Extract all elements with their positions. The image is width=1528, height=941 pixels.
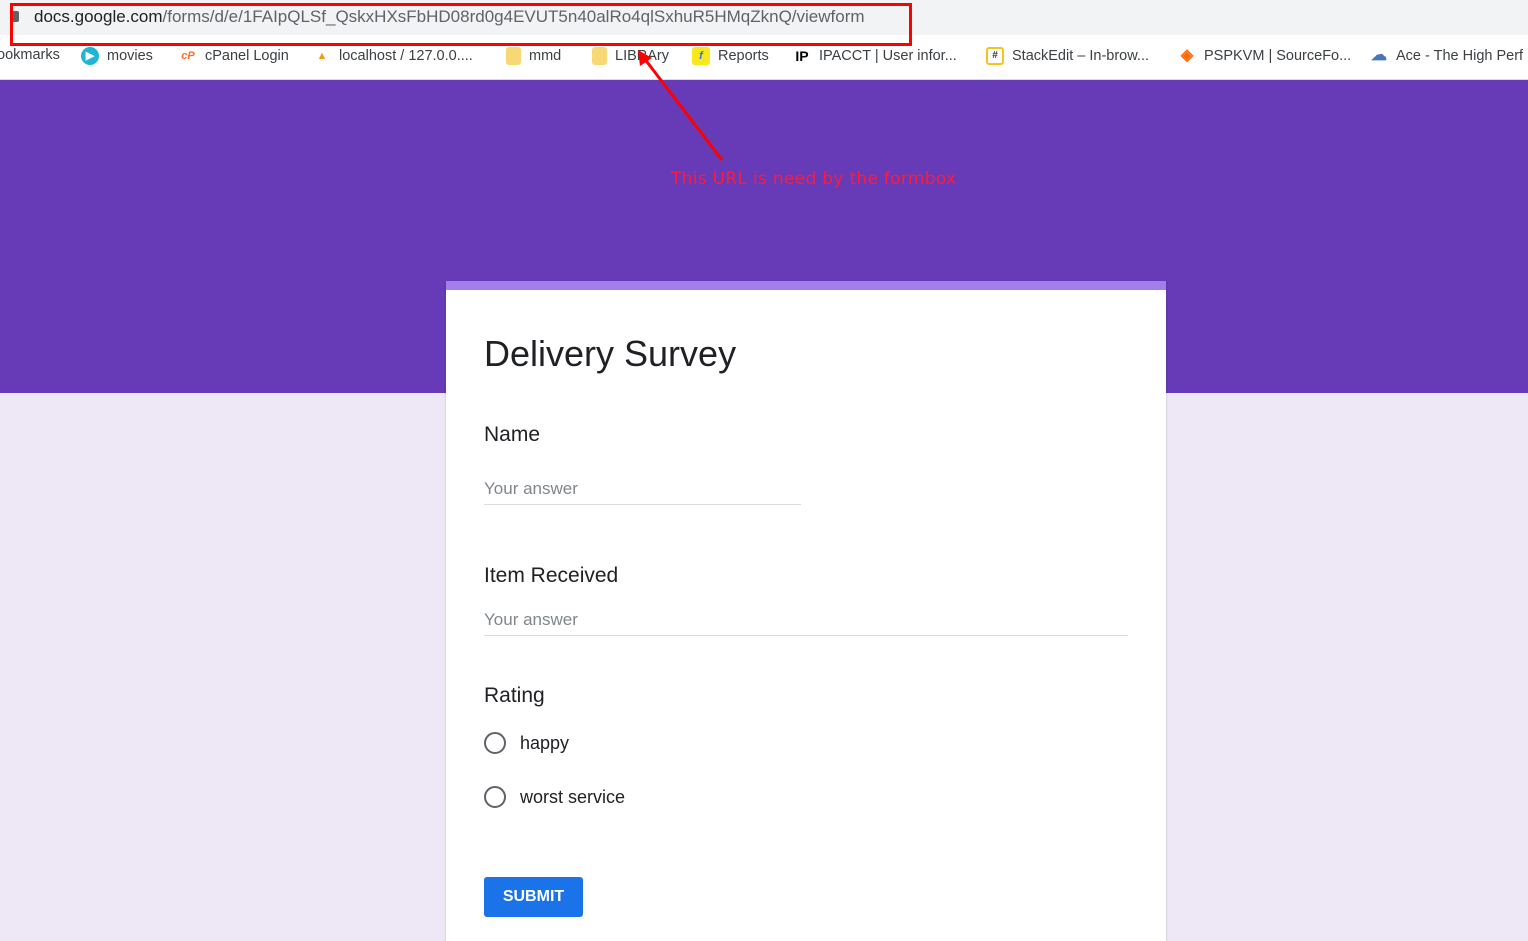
bookmark-reports[interactable]: f Reports (692, 47, 769, 65)
form-card: Delivery Survey Name Item Received Ratin… (446, 281, 1166, 941)
bookmark-mmd[interactable]: mmd (506, 47, 561, 65)
submit-button[interactable]: SUBMIT (484, 877, 583, 917)
sourceforge-icon: ◈ (1180, 47, 1194, 64)
bookmark-label: ookmarks (0, 47, 60, 63)
bookmark-cpanel[interactable]: cP cPanel Login (179, 47, 289, 65)
item-received-input[interactable] (484, 610, 1128, 636)
ipacct-icon: IP (795, 48, 809, 64)
radio-label: worst service (520, 786, 626, 807)
question-rating-label: Rating (484, 684, 545, 707)
question-item-label: Item Received (484, 564, 619, 587)
bookmark-movies[interactable]: ▶ movies (81, 47, 153, 65)
play-icon: ▶ (81, 47, 99, 65)
bookmark-ace[interactable]: ☁ Ace - The High Perf (1370, 47, 1523, 65)
bookmark-ipacct[interactable]: IP IPACCT | User infor... (793, 47, 957, 65)
radio-circle-icon (484, 732, 506, 754)
bookmark-label: movies (107, 48, 153, 64)
bookmark-localhost[interactable]: ▲ localhost / 127.0.0.... (313, 47, 473, 65)
folder-icon (592, 47, 607, 65)
radio-label: happy (520, 732, 570, 753)
form-title: Delivery Survey (484, 333, 737, 374)
radio-worst-service[interactable]: worst service (484, 786, 625, 808)
phpmyadmin-icon: ▲ (316, 50, 328, 62)
folder-icon (506, 47, 521, 65)
annotation-highlight-box (10, 3, 912, 46)
bookmark-label: StackEdit – In-brow... (1012, 48, 1150, 64)
bookmark-pspkvm[interactable]: ◈ PSPKVM | SourceFo... (1178, 47, 1351, 65)
bookmark-label: PSPKVM | SourceFo... (1204, 48, 1352, 64)
bookmark-label: mmd (529, 48, 562, 64)
stackedit-icon: # (986, 47, 1004, 65)
ace-cloud-icon: ☁ (1371, 47, 1387, 64)
cpanel-icon: cP (181, 50, 195, 62)
bookmark-label: Ace - The High Perf (1396, 48, 1524, 64)
annotation-text: This URL is need by the formbox (671, 169, 957, 189)
bookmark-label: IPACCT | User infor... (819, 48, 957, 64)
flipkart-icon: f (692, 47, 710, 65)
bookmark-label: localhost / 127.0.0.... (339, 48, 473, 64)
radio-happy[interactable]: happy (484, 732, 569, 754)
question-name-label: Name (484, 423, 541, 446)
radio-circle-icon (484, 786, 506, 808)
bookmark-stackedit[interactable]: # StackEdit – In-brow... (986, 47, 1149, 65)
bookmark-label: cPanel Login (205, 48, 289, 64)
bookmark-all[interactable]: ookmarks (0, 47, 60, 63)
bookmark-library[interactable]: LIBRAry (592, 47, 669, 65)
name-input[interactable] (484, 479, 801, 505)
bookmark-label: LIBRAry (615, 48, 669, 64)
bookmark-label: Reports (718, 48, 769, 64)
